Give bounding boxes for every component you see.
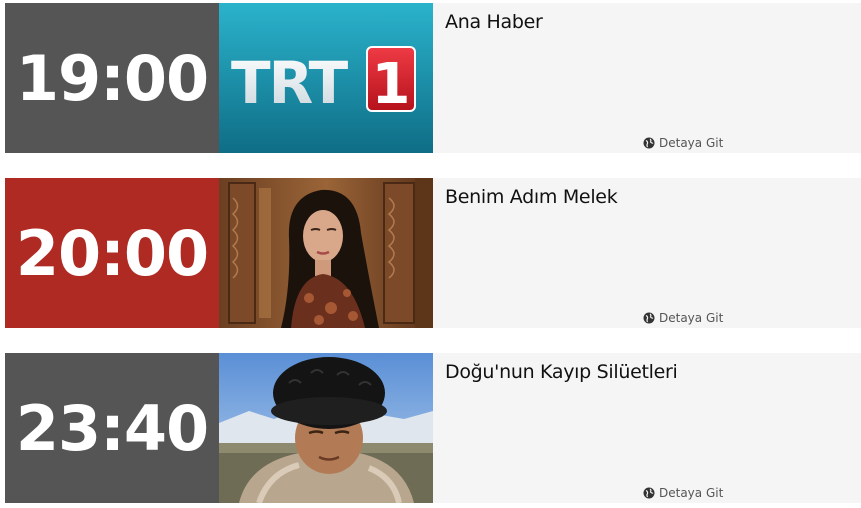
man-in-fur-hat-thumbnail[interactable]	[219, 353, 433, 503]
globe-icon	[643, 137, 655, 149]
trt1-logo-image: TRT 1	[219, 3, 433, 153]
program-info: Doğu'nun Kayıp Silüetleri Detaya Git	[433, 353, 861, 503]
detail-link[interactable]: Detaya Git	[643, 311, 723, 325]
woman-portrait-image	[219, 178, 433, 328]
schedule-item[interactable]: 23:40 Doğu'nun Kayıp Silüetleri Detaya G…	[5, 353, 861, 503]
time-slot: 23:40	[5, 353, 219, 503]
man-in-fur-hat-image	[219, 353, 433, 503]
program-info: Benim Adım Melek Detaya Git	[433, 178, 861, 328]
program-info: Ana Haber Detaya Git	[433, 3, 861, 153]
detail-link-label: Detaya Git	[659, 311, 724, 325]
trt1-logo-thumbnail[interactable]: TRT 1	[219, 3, 433, 153]
tv-schedule-list: 19:00 TRT 1 Ana Haber Detaya Git 20:00 B…	[0, 0, 861, 508]
schedule-item[interactable]: 20:00 Benim Adım Melek Detaya Git	[5, 178, 861, 328]
logo-text: TRT	[231, 49, 349, 117]
logo-number: 1	[372, 52, 411, 117]
globe-icon	[643, 487, 655, 499]
woman-portrait-thumbnail[interactable]	[219, 178, 433, 328]
time-slot: 20:00	[5, 178, 219, 328]
program-title[interactable]: Doğu'nun Kayıp Silüetleri	[445, 361, 849, 383]
detail-link-label: Detaya Git	[659, 136, 724, 150]
time-slot: 19:00	[5, 3, 219, 153]
detail-link-label: Detaya Git	[659, 486, 724, 500]
schedule-item[interactable]: 19:00 TRT 1 Ana Haber Detaya Git	[5, 3, 861, 153]
program-title[interactable]: Ana Haber	[445, 11, 849, 33]
detail-link[interactable]: Detaya Git	[643, 486, 723, 500]
program-title[interactable]: Benim Adım Melek	[445, 186, 849, 208]
globe-icon	[643, 312, 655, 324]
detail-link[interactable]: Detaya Git	[643, 136, 723, 150]
